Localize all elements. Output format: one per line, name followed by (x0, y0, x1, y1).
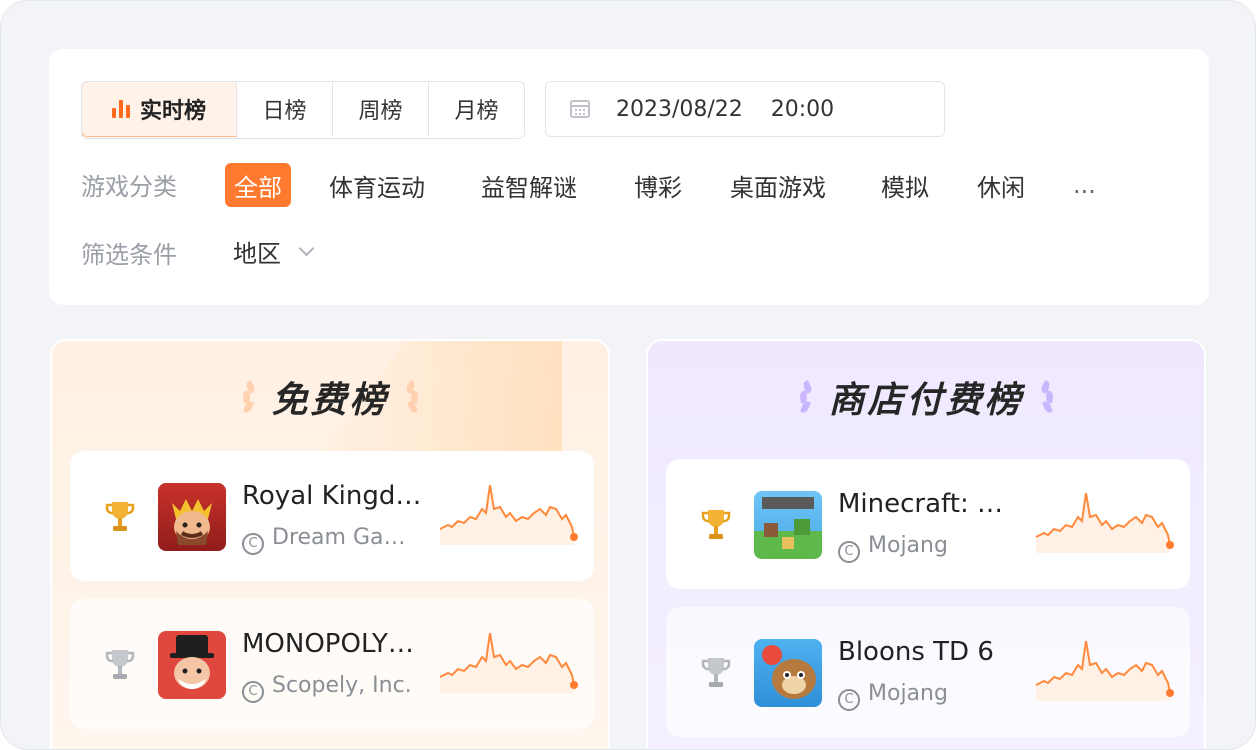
copyright-icon: C (242, 533, 264, 555)
tab-label: 实时榜 (139, 99, 206, 124)
gold-trophy-icon (105, 502, 135, 531)
developer-name: Dream Games (272, 525, 422, 550)
app-name: Minecraft: Dream it, Build it! (838, 489, 1018, 519)
category-all[interactable]: 全部 (225, 163, 291, 207)
gold-trophy-icon (701, 510, 731, 539)
trend-sparkline (1035, 492, 1174, 553)
free-chart-title: 免费榜 (52, 371, 608, 423)
copyright-icon: C (838, 541, 860, 563)
trend-sparkline (439, 484, 578, 545)
panel-title-text: 商店付费榜 (828, 380, 1024, 421)
chevron-down-icon (298, 240, 315, 256)
app-name: Royal Kingdom (242, 481, 422, 511)
copyright-icon: C (242, 681, 264, 703)
bloons-td-app-icon (754, 639, 822, 707)
developer-name: Mojang (868, 533, 948, 558)
list-item[interactable]: MONOPOLY GO! C Scopely, Inc. (70, 599, 594, 729)
laurel-left-icon (241, 379, 258, 415)
laurel-right-icon (1038, 379, 1054, 415)
app-name: MONOPOLY GO! (242, 629, 422, 659)
list-item[interactable]: Minecraft: Dream it, Build it! C Mojang (666, 459, 1190, 589)
category-puzzle[interactable]: 益智解谜 (481, 163, 577, 207)
filter-label: 筛选条件 (81, 241, 177, 269)
tab-weekly[interactable]: 周榜 (332, 82, 428, 136)
region-label: 地区 (233, 239, 281, 268)
panel-title-text: 免费榜 (271, 380, 389, 421)
tab-label: 日榜 (262, 99, 307, 124)
region-dropdown[interactable]: 地区 (233, 229, 315, 273)
tab-monthly[interactable]: 月榜 (428, 82, 524, 136)
list-item[interactable]: Bloons TD 6 C Mojang (666, 607, 1190, 737)
date-picker[interactable]: 2023/08/22 20:00 (545, 81, 945, 137)
category-more[interactable]: ... (1073, 163, 1096, 207)
app-developer: C Scopely, Inc. (242, 673, 422, 703)
paid-chart-panel: 商店付费榜 Minecraft: Dr C Mojang Bloons TD 6… (646, 339, 1206, 749)
bar-chart-icon (111, 100, 130, 118)
category-board[interactable]: 桌面游戏 (730, 163, 826, 207)
period-tabs: 实时榜 日榜 周榜 月榜 (81, 81, 525, 139)
date-value: 2023/08/22 20:00 (616, 96, 835, 122)
minecraft-app-icon (754, 491, 822, 559)
silver-trophy-icon (105, 650, 135, 679)
monopoly-app-icon (158, 631, 226, 699)
app-name: Bloons TD 6 (838, 637, 994, 667)
trend-sparkline (1035, 640, 1174, 701)
calendar-icon (570, 100, 590, 118)
royal-kingdom-app-icon (158, 483, 226, 551)
developer-name: Scopely, Inc. (272, 673, 412, 698)
copyright-icon: C (838, 689, 860, 711)
free-chart-panel: 免费榜 Royal Kingdom C Dream Games MONOPOLY… (50, 339, 610, 749)
laurel-right-icon (403, 379, 419, 415)
category-simulation[interactable]: 模拟 (881, 163, 929, 207)
app-developer: C Mojang (838, 533, 1018, 563)
category-casual[interactable]: 休闲 (977, 163, 1025, 207)
filter-card: 实时榜 日榜 周榜 月榜 2023/08/22 20:00 游戏分类 全部 体育… (49, 49, 1209, 305)
category-label: 游戏分类 (81, 173, 177, 201)
silver-trophy-icon (701, 658, 731, 687)
app-frame: 实时榜 日榜 周榜 月榜 2023/08/22 20:00 游戏分类 全部 体育… (0, 0, 1256, 750)
developer-name: Mojang (868, 681, 948, 706)
trend-sparkline (439, 632, 578, 693)
tab-realtime[interactable]: 实时榜 (82, 82, 237, 137)
tab-daily[interactable]: 日榜 (236, 82, 332, 136)
category-sports[interactable]: 体育运动 (329, 163, 425, 207)
list-item[interactable]: Royal Kingdom C Dream Games (70, 451, 594, 581)
category-casino[interactable]: 博彩 (634, 163, 682, 207)
laurel-left-icon (798, 379, 815, 415)
app-developer: C Dream Games (242, 525, 422, 555)
app-developer: C Mojang (838, 681, 1018, 711)
tab-label: 周榜 (358, 99, 403, 124)
paid-chart-title: 商店付费榜 (648, 371, 1204, 423)
tab-label: 月榜 (454, 99, 499, 124)
